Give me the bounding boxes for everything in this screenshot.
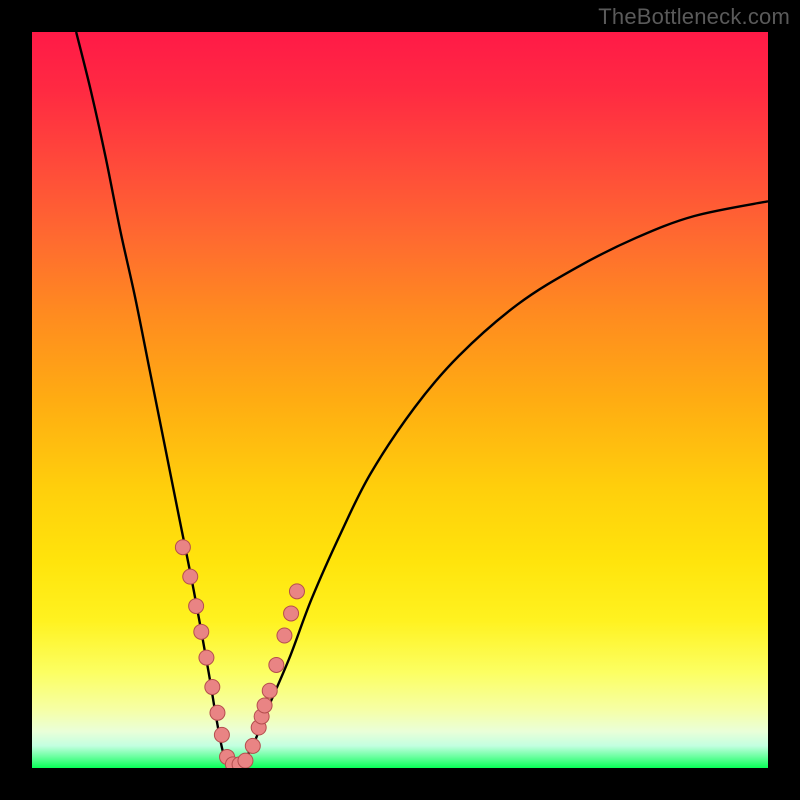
- marker-dot: [175, 540, 190, 555]
- marker-dot: [205, 680, 220, 695]
- marker-dot: [194, 624, 209, 639]
- marker-dot: [262, 683, 277, 698]
- marker-dot: [189, 599, 204, 614]
- marker-dot: [277, 628, 292, 643]
- plot-area: [32, 32, 768, 768]
- bottleneck-curve-svg: [32, 32, 768, 768]
- marker-dot: [245, 738, 260, 753]
- chart-frame: TheBottleneck.com: [0, 0, 800, 800]
- highlighted-points: [175, 540, 304, 768]
- marker-dot: [289, 584, 304, 599]
- marker-dot: [210, 705, 225, 720]
- curve-path: [76, 32, 768, 765]
- marker-dot: [284, 606, 299, 621]
- marker-dot: [269, 657, 284, 672]
- marker-dot: [257, 698, 272, 713]
- marker-dot: [199, 650, 214, 665]
- marker-dot: [183, 569, 198, 584]
- watermark-text: TheBottleneck.com: [598, 4, 790, 30]
- marker-dot: [238, 753, 253, 768]
- marker-dot: [214, 727, 229, 742]
- bottleneck-curve: [76, 32, 768, 765]
